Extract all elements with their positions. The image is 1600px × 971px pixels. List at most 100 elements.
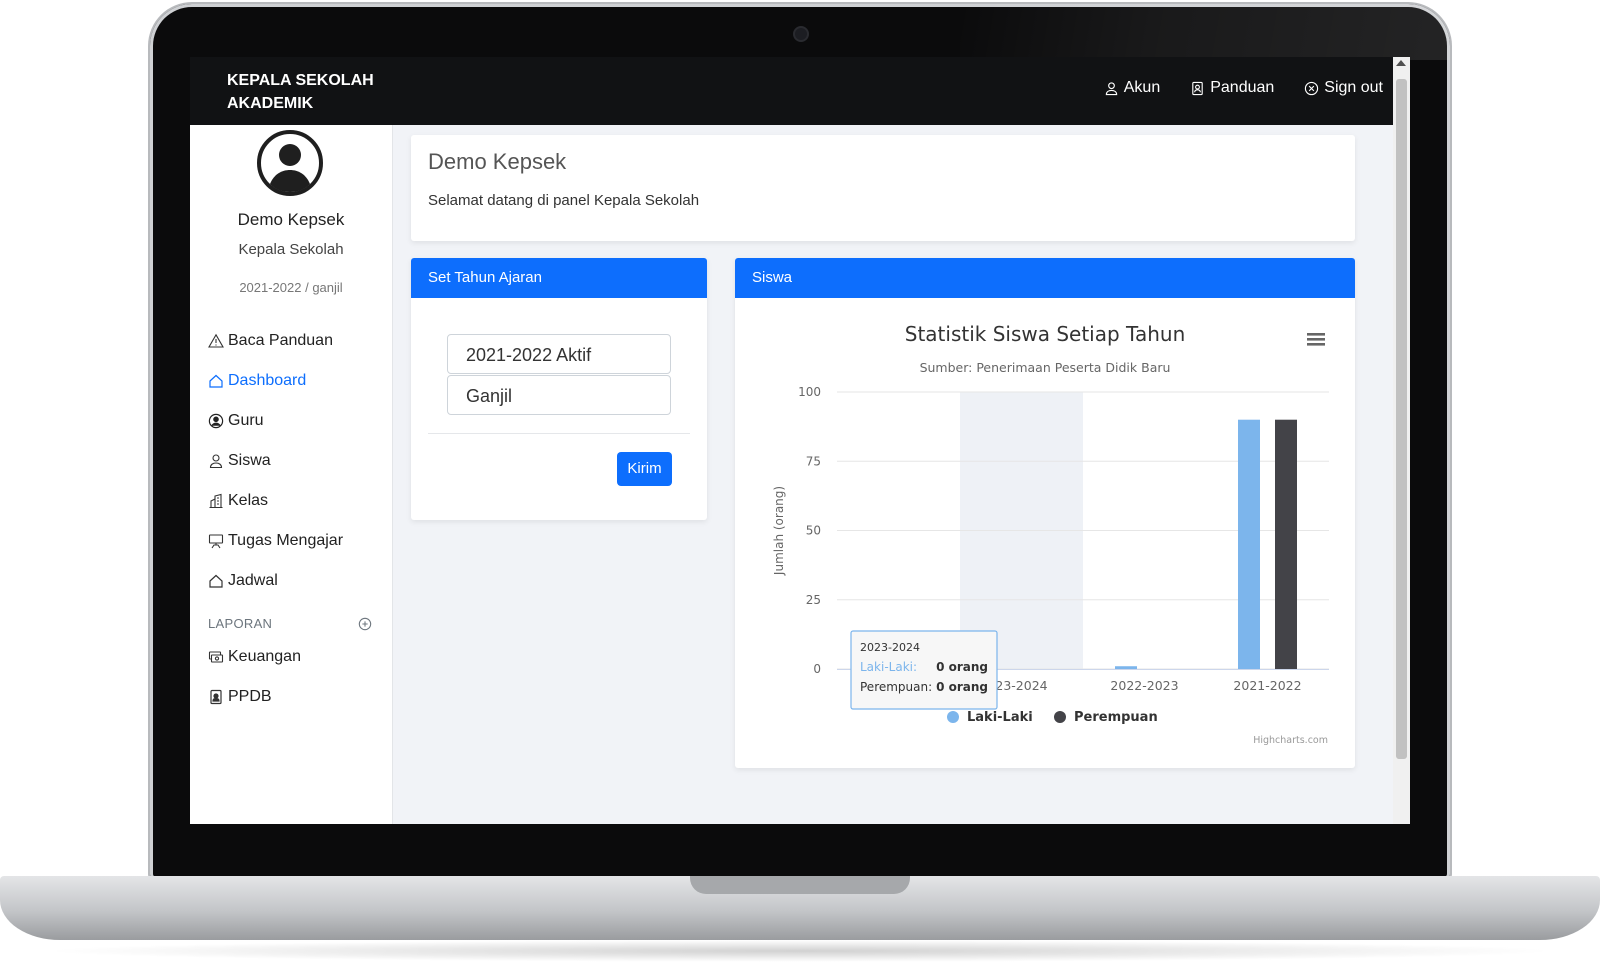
legend-label: Perempuan	[1074, 710, 1158, 725]
tooltip-label: Laki-Laki:	[860, 660, 917, 674]
hamburger-menu-icon	[1307, 333, 1325, 336]
sidebar-item-label: PPDB	[228, 688, 272, 705]
student-chart: Statistik Siswa Setiap Tahun Sumber: Pene…	[772, 322, 1329, 746]
sidebar-item-tugas-mengajar[interactable]: Tugas Mengajar	[208, 521, 343, 561]
sidebar-item-label: Baca Panduan	[228, 332, 333, 349]
badge-icon	[210, 689, 222, 705]
sidebar-item-jadwal[interactable]: Jadwal	[208, 561, 343, 601]
kirim-button[interactable]: Kirim	[617, 452, 672, 486]
sidebar-item-guru[interactable]: Guru	[208, 401, 343, 441]
sidebar-item-label: Kelas	[228, 492, 269, 509]
chart-subtitle: Sumber: Penerimaan Peserta Didik Baru	[920, 360, 1171, 375]
nav-akun-label: Akun	[1123, 79, 1161, 96]
user-period: 2021-2022 / ganjil	[239, 280, 343, 295]
bar-laki-laki	[1238, 419, 1260, 669]
sidebar-item-label: Siswa	[228, 452, 271, 469]
welcome-title: Demo Kepsek	[428, 149, 567, 174]
close-circle-icon	[1305, 81, 1319, 95]
welcome-subtitle: Selamat datang di panel Kepala Sekolah	[428, 192, 700, 209]
cash-icon	[208, 651, 224, 663]
card-header-title: Set Tahun Ajaran	[428, 269, 542, 286]
sidebar: Demo Kepsek Kepala Sekolah 2021-2022 / g…	[190, 125, 393, 824]
nav-panduan[interactable]: Panduan	[1190, 79, 1274, 97]
brand[interactable]: KEPALA SEKOLAH AKADEMIK	[227, 69, 374, 115]
sidebar-item-label: Dashboard	[228, 372, 307, 389]
legend-label: Laki-Laki	[967, 710, 1033, 725]
card-header: Siswa	[735, 258, 1355, 298]
y-axis-label: Jumlah (orang)	[772, 486, 786, 576]
welcome-card: Demo Kepsek Selamat datang di panel Kepa…	[411, 135, 1355, 241]
laptop-notch	[690, 876, 910, 894]
page-scrollbar[interactable]	[1393, 57, 1410, 824]
scroll-thumb[interactable]	[1396, 79, 1407, 759]
hamburger-menu-icon	[1307, 338, 1325, 341]
top-navbar: KEPALA SEKOLAH AKADEMIK Akun Panduan Sig…	[190, 57, 1393, 125]
sidebar-item-label: Guru	[228, 412, 264, 429]
home-icon	[209, 374, 223, 388]
browser-screen: KEPALA SEKOLAH AKADEMIK Akun Panduan Sig…	[190, 57, 1410, 824]
lid-reflection	[960, 4, 1450, 60]
siswa-card: Siswa Statistik Siswa Setiap Tahun Sumber…	[735, 258, 1355, 768]
nav-sign-out[interactable]: Sign out	[1304, 79, 1383, 97]
book-icon	[1192, 81, 1203, 95]
tooltip-label: Perempuan:	[860, 680, 932, 694]
tooltip-title: 2023-2024	[860, 641, 920, 654]
user-name: Demo Kepsek	[237, 210, 345, 229]
sidebar-item-baca-panduan[interactable]: Baca Panduan	[208, 321, 343, 361]
nav-sign-out-label: Sign out	[1324, 79, 1383, 96]
sidebar-item-siswa[interactable]: Siswa	[208, 441, 343, 481]
plus-circle-icon[interactable]	[358, 617, 372, 631]
tooltip-value: 0 orang	[936, 680, 988, 694]
scroll-up-arrow-icon[interactable]	[1396, 60, 1406, 66]
y-tick-label: 100	[798, 385, 821, 399]
brand-line-2: AKADEMIK	[227, 95, 314, 112]
sidebar-item-dashboard[interactable]: Dashboard	[208, 361, 343, 401]
chart-credits: Highcharts.com	[1253, 735, 1328, 746]
set-tahun-ajaran-card: Set Tahun Ajaran 2021-2022 Aktif Ganjil …	[411, 258, 707, 520]
x-tick-label: 2022-2023	[1110, 678, 1178, 693]
sidebar-item-keuangan[interactable]: Keuangan	[208, 637, 301, 677]
top-nav-links: Akun Panduan Sign out	[1104, 79, 1383, 97]
laptop-shadow	[40, 940, 1560, 962]
sidebar-item-label: Jadwal	[228, 572, 278, 589]
sidebar-item-ppdb[interactable]: PPDB	[208, 677, 301, 717]
card-divider	[428, 433, 690, 434]
year-select[interactable]: 2021-2022 Aktif	[447, 334, 671, 374]
building-icon	[209, 493, 223, 509]
sidebar-item-kelas[interactable]: Kelas	[208, 481, 343, 521]
section-title: LAPORAN	[208, 616, 273, 631]
brand-line-1: KEPALA SEKOLAH	[227, 72, 374, 89]
y-tick-label: 25	[806, 593, 821, 607]
section-laporan: LAPORAN	[208, 616, 372, 631]
card-header: Set Tahun Ajaran	[411, 258, 707, 298]
bar-perempuan	[1275, 419, 1297, 669]
x-tick-label: 23-2024	[995, 678, 1047, 693]
person-icon	[209, 454, 223, 469]
y-tick-label: 0	[813, 662, 821, 676]
chart-title: Statistik Siswa Setiap Tahun	[905, 322, 1186, 346]
semester-select[interactable]: Ganjil	[447, 375, 671, 415]
legend-marker	[1054, 711, 1066, 723]
nav-panduan-label: Panduan	[1210, 79, 1275, 96]
user-role: Kepala Sekolah	[238, 241, 344, 258]
tooltip-value: 0 orang	[936, 660, 988, 674]
card-header-title: Siswa	[752, 269, 793, 286]
sidebar-item-label: Tugas Mengajar	[228, 532, 344, 549]
legend-marker	[947, 711, 959, 723]
sidebar-item-label: Keuangan	[228, 648, 301, 665]
hamburger-menu-icon	[1307, 343, 1325, 346]
user-icon	[1105, 81, 1117, 95]
report-menu: Keuangan PPDB	[208, 637, 301, 717]
webcam	[795, 28, 807, 40]
y-tick-label: 50	[806, 524, 821, 538]
bar-laki-laki	[1115, 666, 1137, 669]
person-circle-icon	[208, 413, 224, 429]
nav-akun[interactable]: Akun	[1104, 79, 1160, 97]
warning-icon	[208, 333, 224, 348]
y-tick-label: 75	[806, 454, 821, 468]
sidebar-menu: Baca Panduan Dashboard Guru Siswa Kelas …	[208, 321, 343, 601]
avatar-icon	[257, 130, 323, 196]
easel-icon	[208, 534, 224, 549]
x-tick-label: 2021-2022	[1233, 678, 1301, 693]
home-icon	[209, 574, 223, 588]
